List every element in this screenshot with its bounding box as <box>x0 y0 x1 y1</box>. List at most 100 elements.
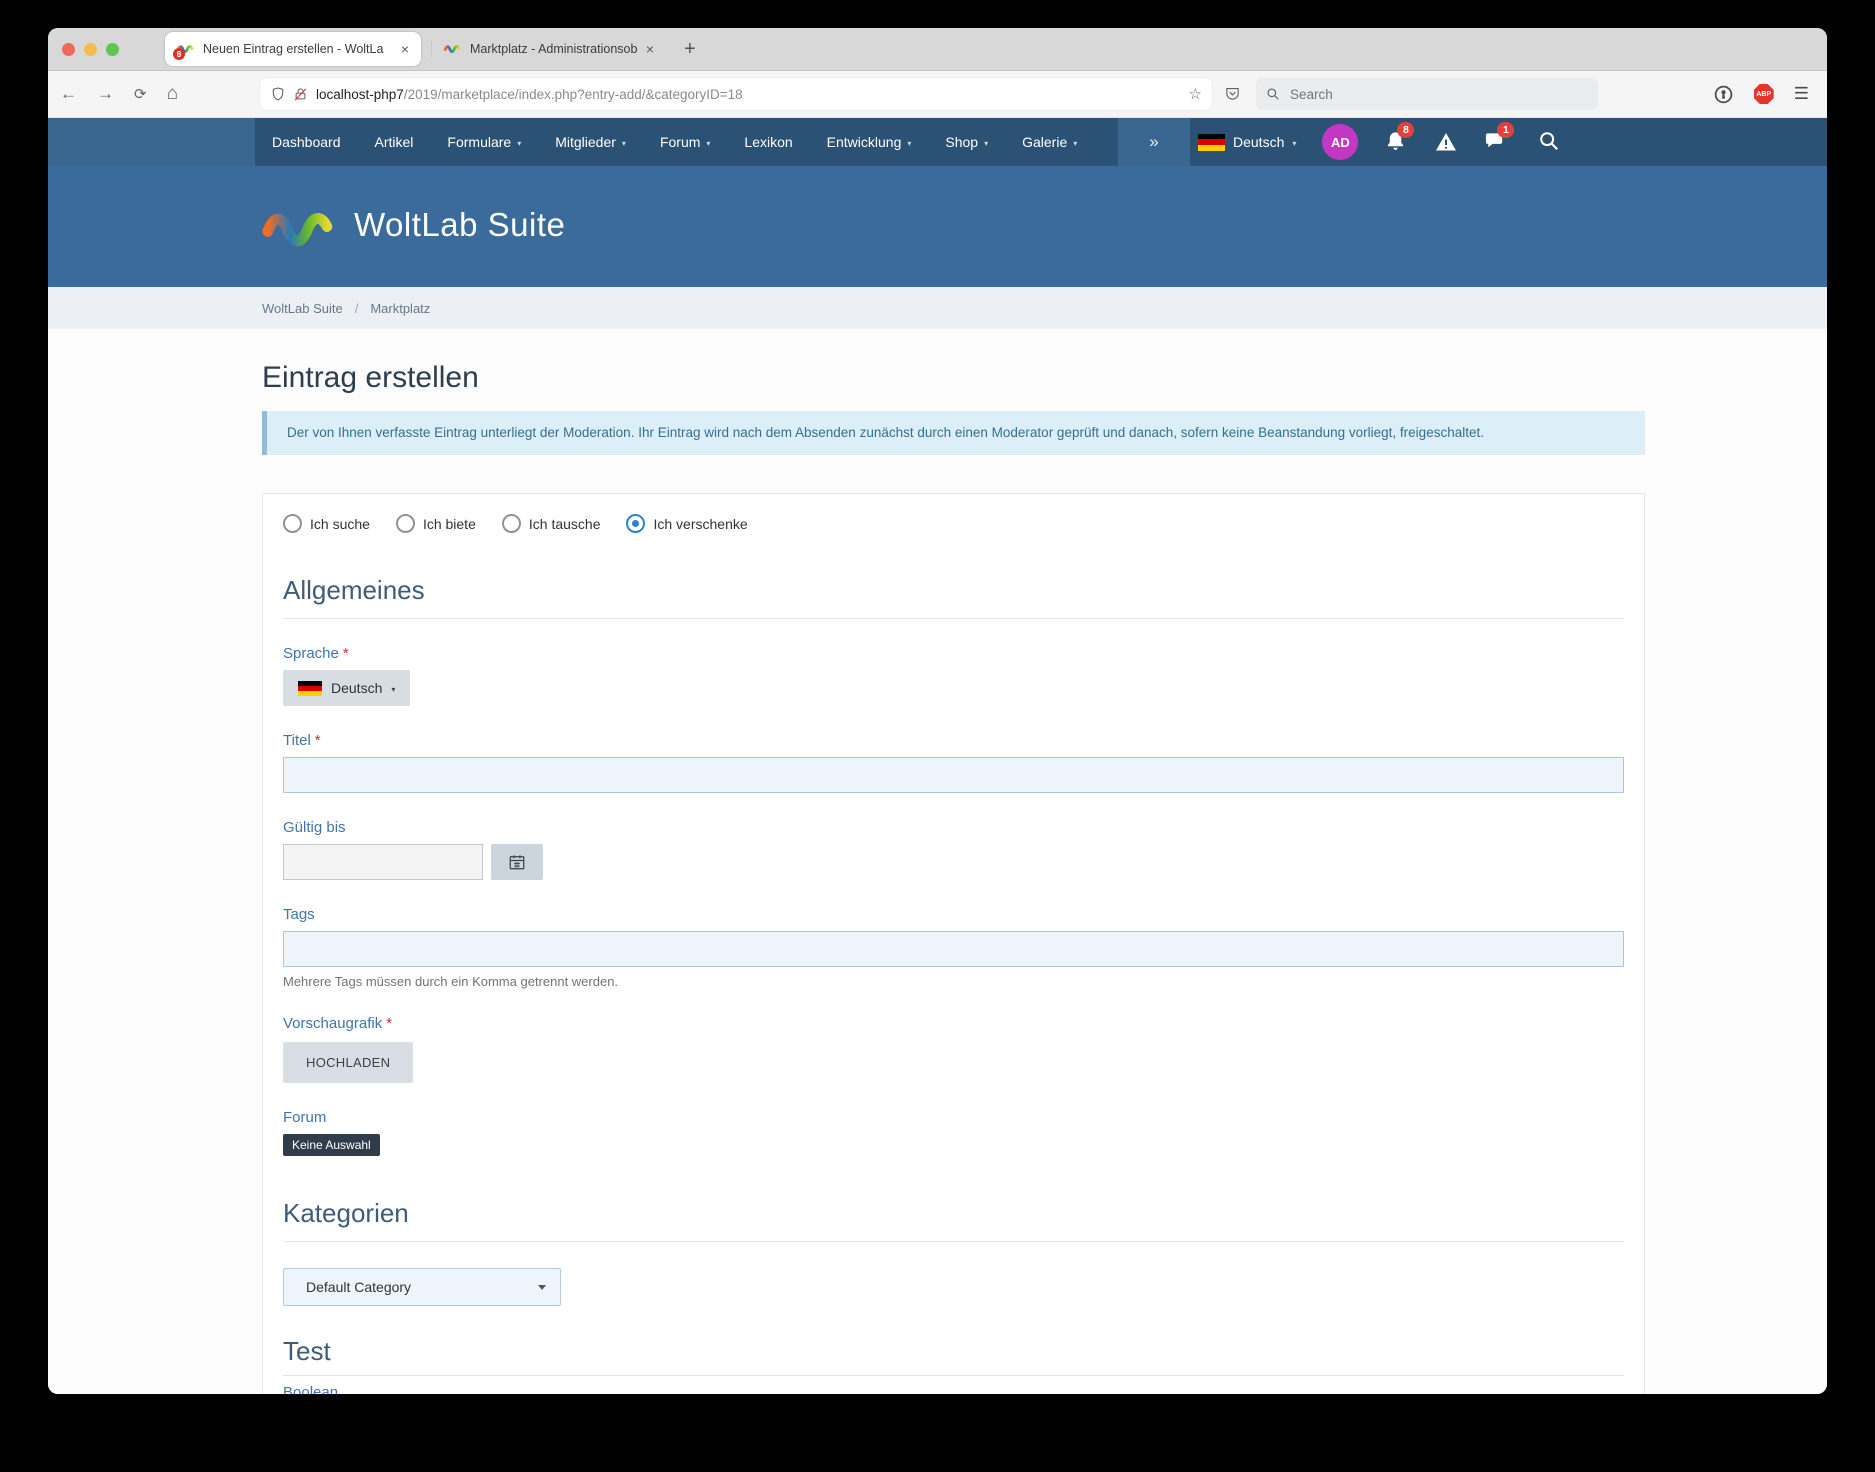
notifications-button[interactable]: 8 <box>1384 130 1408 154</box>
user-panel: Deutsch ▾ AD 8 1 <box>1198 118 1562 166</box>
menu-item-mitglieder[interactable]: Mitglieder▾ <box>538 118 643 166</box>
german-flag-icon <box>1198 134 1225 151</box>
entry-type-radio-group: Ich suche Ich biete Ich tausche Ich vers… <box>283 514 1624 533</box>
tab-close-icon[interactable]: × <box>401 41 409 57</box>
window-controls <box>62 43 119 56</box>
forum-selection-badge[interactable]: Keine Auswahl <box>283 1134 380 1156</box>
language-select-button[interactable]: Deutsch ▾ <box>283 670 410 706</box>
forum-field-label: Forum <box>283 1109 1624 1126</box>
radio-ich-biete[interactable]: Ich biete <box>396 514 476 533</box>
menu-overflow-button[interactable]: » <box>1118 118 1190 166</box>
chevron-down-icon: ▾ <box>391 685 395 694</box>
category-select[interactable]: Default Category <box>283 1268 561 1306</box>
tab-close-icon[interactable]: × <box>646 41 654 57</box>
reload-button[interactable]: ⟳ <box>134 85 147 103</box>
site-logo[interactable]: WoltLab Suite <box>262 202 565 248</box>
breadcrumb-home-link[interactable]: WoltLab Suite <box>262 301 343 316</box>
chevron-down-icon: ▾ <box>1292 139 1296 148</box>
browser-search-bar[interactable] <box>1256 78 1598 110</box>
url-bar[interactable]: localhost-php7/2019/marketplace/index.ph… <box>260 78 1212 110</box>
date-picker-button[interactable] <box>491 844 543 880</box>
adblock-icon[interactable]: ABP <box>1754 84 1774 104</box>
password-manager-icon[interactable] <box>1713 84 1734 105</box>
valid-until-field-label: Gültig bis <box>283 819 1624 836</box>
section-title-allgemeines: Allgemeines <box>283 575 1624 619</box>
forward-button[interactable]: → <box>97 84 114 104</box>
menu-icon[interactable]: ☰ <box>1794 84 1809 104</box>
required-marker: * <box>315 732 321 749</box>
preview-image-field-label: Vorschaugrafik* <box>283 1015 1624 1032</box>
woltlab-logo-icon <box>262 202 336 248</box>
tab-favicon: 8 <box>177 41 195 57</box>
language-switcher[interactable]: Deutsch ▾ <box>1198 134 1296 151</box>
radio-circle-checked <box>626 514 645 533</box>
tags-field-label: Tags <box>283 906 1624 923</box>
browser-window: 8 Neuen Eintrag erstellen - WoltLa × Mar… <box>48 28 1827 1394</box>
german-flag-icon <box>298 681 322 696</box>
menu-item-shop[interactable]: Shop▾ <box>928 118 1005 166</box>
avatar[interactable]: AD <box>1322 124 1358 160</box>
tab-unread-badge: 8 <box>173 48 185 60</box>
site-header: WoltLab Suite <box>48 166 1827 287</box>
radio-ich-suche[interactable]: Ich suche <box>283 514 370 533</box>
menu-item-lexikon[interactable]: Lexikon <box>727 118 809 166</box>
breadcrumb-bar: WoltLab Suite / Marktplatz <box>48 287 1827 329</box>
section-title-test: Test <box>283 1336 1624 1376</box>
url-text[interactable]: localhost-php7/2019/marketplace/index.ph… <box>316 87 1181 102</box>
bookmark-star-icon[interactable]: ☆ <box>1189 85 1202 103</box>
radio-circle <box>502 514 521 533</box>
site-navbar: » Dashboard Artikel Formulare▾ Mitgliede… <box>48 118 1827 166</box>
upload-button[interactable]: HOCHLADEN <box>283 1042 413 1083</box>
notification-count-badge: 8 <box>1397 122 1414 138</box>
browser-toolbar: ← → ⟳ ⌂ localhost-php7/2019/marketplace/… <box>48 71 1827 118</box>
required-marker: * <box>343 645 349 662</box>
moderation-button[interactable] <box>1434 130 1458 154</box>
moderation-notice: Der von Ihnen verfasste Eintrag unterlie… <box>262 411 1645 455</box>
url-path: /2019/marketplace/index.php?entry-add/&c… <box>404 87 743 102</box>
conversations-button[interactable]: 1 <box>1484 130 1508 154</box>
menu-item-formulare[interactable]: Formulare▾ <box>430 118 538 166</box>
menu-item-entwicklung[interactable]: Entwicklung▾ <box>810 118 929 166</box>
breadcrumb-current-link[interactable]: Marktplatz <box>370 301 430 316</box>
tab-active[interactable]: 8 Neuen Eintrag erstellen - WoltLa × <box>165 32 421 66</box>
chevron-down-icon: ▾ <box>706 139 710 148</box>
boolean-field-label: Boolean <box>283 1384 1624 1394</box>
close-window-button[interactable] <box>62 43 75 56</box>
radio-ich-tausche[interactable]: Ich tausche <box>502 514 601 533</box>
radio-circle <box>396 514 415 533</box>
tab-inactive[interactable]: Marktplatz - Administrationsobe × <box>431 41 666 57</box>
chevron-down-icon <box>538 1285 546 1290</box>
menu-item-dashboard[interactable]: Dashboard <box>255 118 358 166</box>
menu-item-forum[interactable]: Forum▾ <box>643 118 727 166</box>
language-label: Deutsch <box>1233 134 1284 150</box>
new-tab-button[interactable]: + <box>684 38 696 61</box>
insecure-lock-icon[interactable] <box>293 87 308 102</box>
navbar-left-spacer <box>48 118 255 166</box>
search-button[interactable] <box>1538 130 1562 154</box>
valid-until-input[interactable] <box>283 844 483 880</box>
home-button[interactable]: ⌂ <box>167 83 178 105</box>
menu-item-galerie[interactable]: Galerie▾ <box>1005 118 1094 166</box>
radio-ich-verschenke[interactable]: Ich verschenke <box>626 514 747 533</box>
breadcrumb-separator: / <box>355 301 359 316</box>
main-menu: Dashboard Artikel Formulare▾ Mitglieder▾… <box>255 118 1094 166</box>
tags-help-text: Mehrere Tags müssen durch ein Komma getr… <box>283 974 1624 989</box>
shield-icon[interactable] <box>270 86 286 102</box>
section-title-kategorien: Kategorien <box>283 1198 1624 1242</box>
maximize-window-button[interactable] <box>106 43 119 56</box>
message-count-badge: 1 <box>1497 122 1514 138</box>
tab-title: Marktplatz - Administrationsobe <box>470 42 638 56</box>
browser-search-input[interactable] <box>1288 86 1542 103</box>
chevron-down-icon: ▾ <box>517 139 521 148</box>
tags-input[interactable] <box>283 931 1624 967</box>
title-input[interactable] <box>283 757 1624 793</box>
chevron-down-icon: ▾ <box>907 139 911 148</box>
language-select-value: Deutsch <box>331 680 382 696</box>
menu-item-artikel[interactable]: Artikel <box>358 118 431 166</box>
chevron-down-icon: ▾ <box>622 139 626 148</box>
title-field-label: Titel* <box>283 732 1624 749</box>
back-button[interactable]: ← <box>60 84 77 104</box>
pocket-icon[interactable] <box>1224 85 1241 107</box>
minimize-window-button[interactable] <box>84 43 97 56</box>
page-title: Eintrag erstellen <box>262 361 1645 395</box>
